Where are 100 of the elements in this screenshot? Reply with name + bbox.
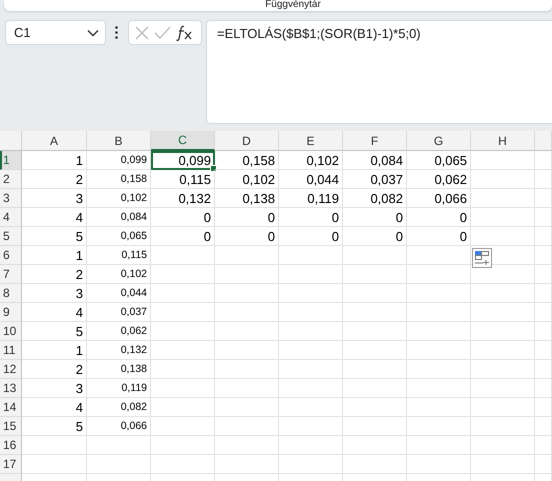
cancel-icon[interactable] — [134, 26, 149, 40]
empty-cell[interactable] — [343, 322, 407, 341]
column-header[interactable]: D — [215, 131, 279, 151]
empty-cell[interactable] — [407, 398, 471, 417]
empty-cell[interactable] — [215, 284, 279, 303]
empty-cell[interactable] — [279, 284, 343, 303]
row-header[interactable]: 6 — [0, 246, 22, 265]
row-header[interactable]: 7 — [0, 265, 22, 284]
empty-cell[interactable] — [535, 398, 552, 417]
empty-cell[interactable] — [215, 303, 279, 322]
empty-cell[interactable] — [535, 170, 552, 189]
empty-cell[interactable] — [215, 341, 279, 360]
column-header[interactable]: F — [343, 131, 407, 151]
row-header[interactable]: 17 — [0, 455, 22, 474]
empty-cell[interactable] — [471, 341, 535, 360]
row-header[interactable]: 4 — [0, 208, 22, 227]
row-header[interactable]: 5 — [0, 227, 22, 246]
empty-cell[interactable] — [471, 417, 535, 436]
empty-cell[interactable] — [535, 341, 552, 360]
empty-cell[interactable] — [535, 227, 552, 246]
empty-cell[interactable] — [343, 341, 407, 360]
empty-cell[interactable] — [535, 284, 552, 303]
empty-cell[interactable] — [151, 246, 215, 265]
empty-cell[interactable] — [87, 436, 151, 455]
empty-cell[interactable] — [407, 303, 471, 322]
empty-cell[interactable] — [407, 417, 471, 436]
column-header[interactable]: B — [87, 131, 151, 151]
empty-cell[interactable] — [535, 265, 552, 284]
empty-cell[interactable] — [535, 379, 552, 398]
empty-cell[interactable] — [343, 398, 407, 417]
empty-cell[interactable] — [535, 436, 552, 455]
empty-cell[interactable] — [151, 284, 215, 303]
empty-cell[interactable] — [279, 303, 343, 322]
empty-cell[interactable] — [471, 322, 535, 341]
empty-cell[interactable] — [471, 360, 535, 379]
empty-cell[interactable] — [343, 455, 407, 474]
empty-cell[interactable] — [215, 379, 279, 398]
empty-cell[interactable] — [151, 436, 215, 455]
empty-cell[interactable] — [343, 360, 407, 379]
column-header[interactable]: H — [471, 131, 535, 151]
name-box[interactable]: C1 — [5, 20, 106, 45]
empty-cell[interactable] — [535, 322, 552, 341]
column-header[interactable]: A — [22, 131, 87, 151]
empty-cell[interactable] — [471, 284, 535, 303]
empty-cell[interactable] — [279, 436, 343, 455]
empty-cell[interactable] — [279, 379, 343, 398]
empty-cell[interactable] — [279, 455, 343, 474]
empty-cell[interactable] — [471, 398, 535, 417]
empty-cell[interactable] — [215, 417, 279, 436]
empty-cell[interactable] — [535, 360, 552, 379]
empty-cell[interactable] — [343, 284, 407, 303]
empty-cell[interactable] — [535, 208, 552, 227]
more-options-icon[interactable] — [115, 26, 118, 39]
empty-cell[interactable] — [279, 417, 343, 436]
empty-cell[interactable] — [151, 398, 215, 417]
empty-cell[interactable] — [151, 417, 215, 436]
empty-cell[interactable] — [215, 360, 279, 379]
column-header[interactable]: C — [151, 131, 215, 151]
empty-cell[interactable] — [471, 170, 535, 189]
row-header[interactable]: 2 — [0, 170, 22, 189]
empty-cell[interactable] — [471, 379, 535, 398]
empty-cell[interactable] — [471, 455, 535, 474]
empty-cell[interactable] — [407, 379, 471, 398]
empty-cell[interactable] — [471, 303, 535, 322]
empty-cell[interactable] — [535, 189, 552, 208]
check-icon[interactable] — [154, 26, 171, 39]
empty-cell[interactable] — [343, 246, 407, 265]
empty-cell[interactable] — [343, 303, 407, 322]
empty-cell[interactable] — [215, 436, 279, 455]
select-all-corner[interactable] — [0, 131, 22, 151]
empty-cell[interactable] — [215, 265, 279, 284]
row-header[interactable]: 11 — [0, 341, 22, 360]
formula-field[interactable]: =ELTOLÁS($B$1;(SOR(B1)-1)*5;0) — [206, 20, 552, 124]
empty-cell[interactable] — [535, 417, 552, 436]
empty-cell[interactable] — [279, 341, 343, 360]
empty-cell[interactable] — [151, 322, 215, 341]
empty-cell[interactable] — [215, 322, 279, 341]
empty-cell[interactable] — [279, 246, 343, 265]
empty-cell[interactable] — [151, 303, 215, 322]
row-header[interactable]: 12 — [0, 360, 22, 379]
empty-cell[interactable] — [151, 341, 215, 360]
empty-cell[interactable] — [471, 227, 535, 246]
empty-cell[interactable] — [535, 246, 552, 265]
empty-cell[interactable] — [87, 455, 151, 474]
empty-cell[interactable] — [407, 322, 471, 341]
empty-cell[interactable] — [279, 360, 343, 379]
empty-cell[interactable] — [407, 360, 471, 379]
row-header[interactable]: 9 — [0, 303, 22, 322]
empty-cell[interactable] — [151, 379, 215, 398]
row-header[interactable]: 13 — [0, 379, 22, 398]
column-header[interactable]: G — [407, 131, 471, 151]
empty-cell[interactable] — [343, 265, 407, 284]
empty-cell[interactable] — [279, 398, 343, 417]
empty-cell[interactable] — [535, 455, 552, 474]
empty-cell[interactable] — [343, 417, 407, 436]
empty-cell[interactable] — [407, 284, 471, 303]
row-header[interactable]: 1 — [0, 151, 22, 170]
empty-cell[interactable] — [535, 303, 552, 322]
empty-cell[interactable] — [407, 341, 471, 360]
empty-cell[interactable] — [407, 455, 471, 474]
